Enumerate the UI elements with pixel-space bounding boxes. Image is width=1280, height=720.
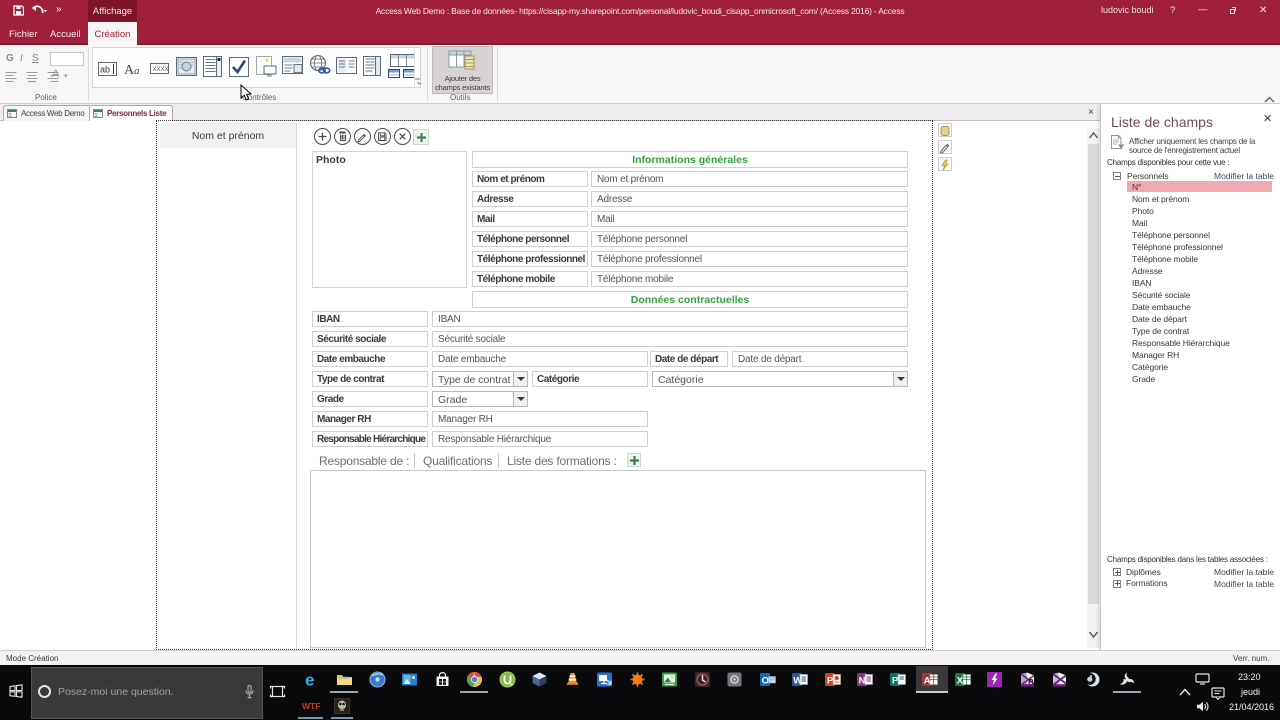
svg-text:ab: ab [100, 65, 110, 75]
svg-text:a: a [134, 65, 140, 77]
svg-text:XXXX: XXXX [153, 67, 169, 73]
svg-text:e: e [305, 671, 314, 688]
svg-text:O: O [761, 676, 768, 687]
svg-text:N: N [859, 676, 866, 687]
svg-text:A: A [924, 676, 931, 687]
